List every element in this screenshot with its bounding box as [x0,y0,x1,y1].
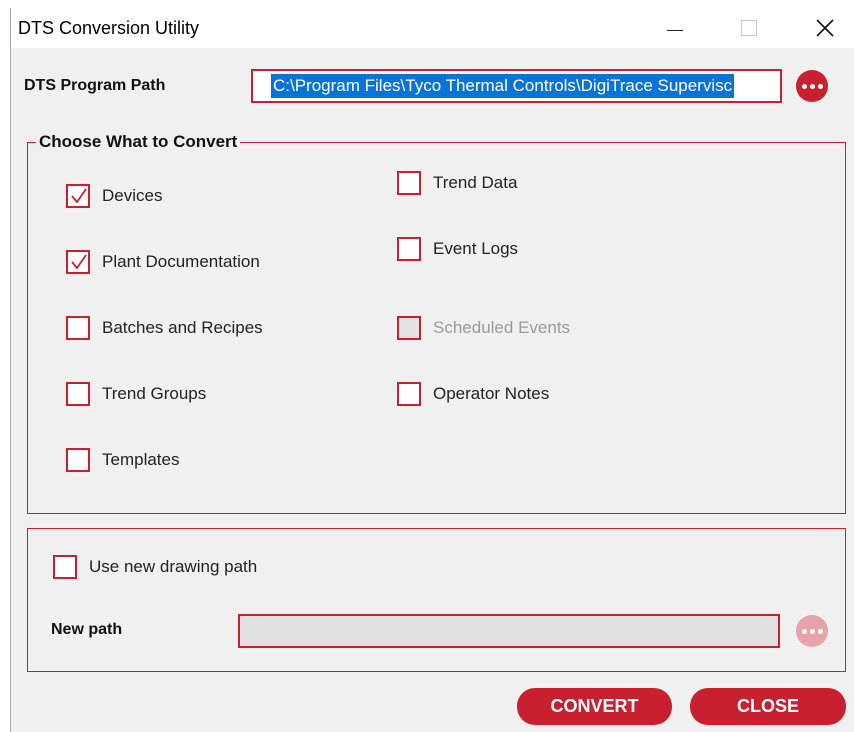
checkbox-use-new-drawing-path[interactable]: Use new drawing path [53,555,257,579]
ellipsis-icon [801,83,807,89]
checkbox-scheduled-events: Scheduled Events [397,316,570,340]
checkbox-templates[interactable]: Templates [66,448,179,472]
new-path-input [238,614,780,648]
checkbox-event-logs[interactable]: Event Logs [397,237,518,261]
checkbox-box[interactable] [66,184,90,208]
checkbox-box[interactable] [53,555,77,579]
program-path-label: DTS Program Path [24,77,166,94]
checkbox-operator-notes[interactable]: Operator Notes [397,382,549,406]
checkbox-label: Trend Data [433,173,518,192]
new-path-label: New path [51,621,123,638]
maximize-icon [741,20,757,36]
checkbox-devices[interactable]: Devices [66,184,162,208]
conversion-utility-window: DTS Conversion Utility DTS Program Path … [10,8,854,732]
program-path-input[interactable]: C:\Program Files\Tyco Thermal Controls\D… [251,69,782,103]
title-bar[interactable]: DTS Conversion Utility [11,8,854,48]
checkbox-trend-groups[interactable]: Trend Groups [66,382,206,406]
ellipsis-icon [801,628,807,634]
checkbox-box[interactable] [66,316,90,340]
close-button[interactable]: CLOSE [690,688,846,725]
checkbox-box[interactable] [397,171,421,195]
checkbox-box[interactable] [66,250,90,274]
checkbox-batches-and-recipes[interactable]: Batches and Recipes [66,316,263,340]
checkbox-box[interactable] [397,237,421,261]
checkbox-box[interactable] [66,382,90,406]
checkbox-box [397,316,421,340]
checkbox-label: Event Logs [433,239,519,258]
convert-button[interactable]: CONVERT [517,688,672,725]
close-icon [816,19,834,37]
checkbox-label: Batches and Recipes [102,318,263,337]
minimize-button[interactable] [647,8,703,48]
checkmark-icon [71,254,87,270]
checkbox-label: Plant Documentation [102,252,260,271]
checkbox-label: Trend Groups [102,384,207,403]
window-title: DTS Conversion Utility [18,18,200,38]
browse-new-path-button [796,615,828,647]
checkbox-label: Use new drawing path [89,557,258,576]
checkbox-label: Templates [102,450,180,469]
checkmark-icon [71,188,87,204]
checkbox-box[interactable] [397,382,421,406]
choose-convert-title: Choose What to Convert [36,132,241,152]
close-window-button[interactable] [797,8,853,48]
checkbox-plant-documentation[interactable]: Plant Documentation [66,250,260,274]
checkbox-label: Devices [102,186,163,205]
drawing-path-group [27,528,846,672]
checkbox-label: Scheduled Events [433,318,571,337]
minimize-icon [667,29,683,31]
checkbox-label: Operator Notes [433,384,550,403]
checkbox-trend-data[interactable]: Trend Data [397,171,517,195]
browse-program-path-button[interactable] [796,70,828,102]
checkbox-box[interactable] [66,448,90,472]
maximize-button [721,8,777,48]
program-path-value: C:\Program Files\Tyco Thermal Controls\D… [271,74,735,98]
